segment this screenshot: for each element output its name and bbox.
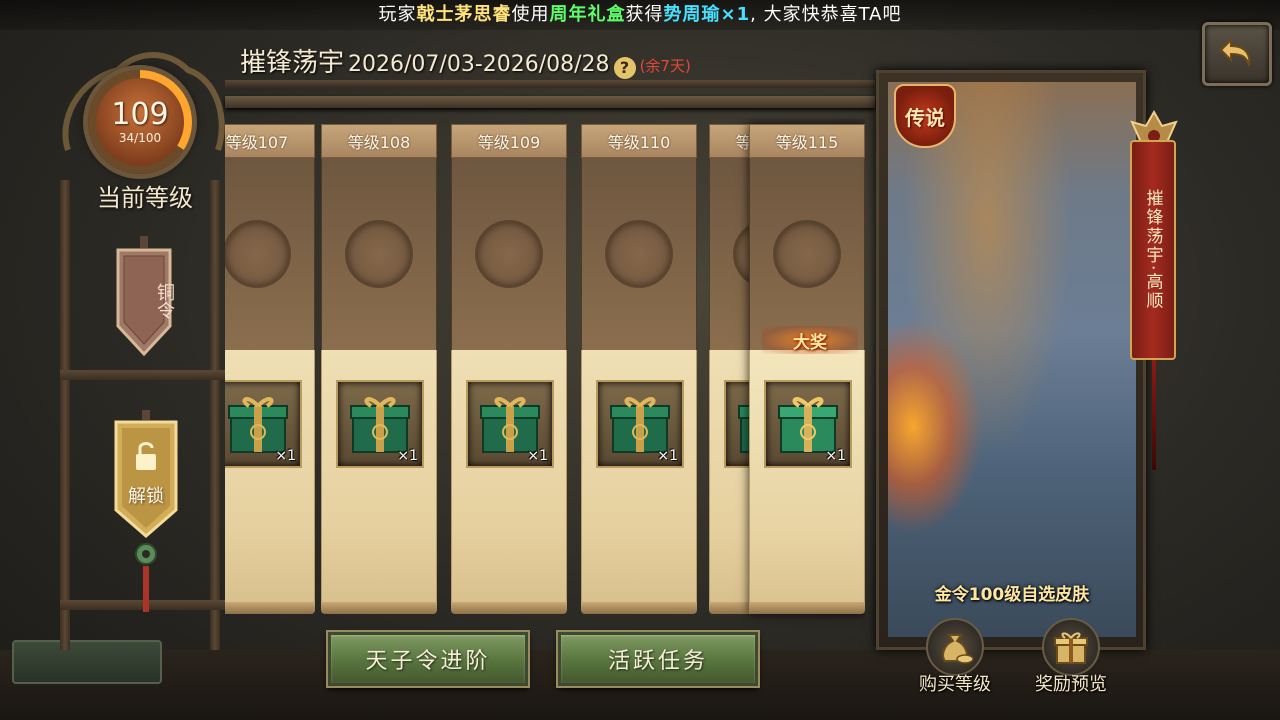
broadcast-mid1: 使用 [511,4,550,25]
reward-preview-label: 奖励预览 [1035,674,1107,695]
broadcast-mid2: 获得 [625,4,664,25]
reward-quantity: ×1 [825,448,846,464]
season-dates: 2026/07/03-2026/08/28 [348,52,610,77]
back-arrow-icon [1219,37,1251,67]
preview-caption: 金令100级自选皮肤 [934,585,1090,605]
reward-level-label: 等级107 [225,124,315,158]
money-bag-icon [926,618,984,676]
reward-scroll-list[interactable]: 等级107 ×1 等级108 ×1 等级109 ×1 等级110 ×1 等级11… [225,118,865,638]
reward-card[interactable]: 等级107 ×1 [225,124,315,614]
reward-card[interactable]: 等级108 ×1 [321,124,437,614]
broadcast-reward: 势周瑜×1 [663,4,751,25]
current-level: 109 [111,97,169,132]
level-caption: 当前等级 [97,184,193,212]
level-exp: 34/100 [118,131,162,145]
reward-item-slot[interactable]: ×1 [764,380,852,468]
back-button[interactable] [1202,22,1272,86]
green-gift-box-icon [350,397,410,453]
reward-card[interactable]: 等级110 ×1 [581,124,697,614]
book-decoration [12,640,162,684]
green-gift-box-icon [480,397,540,453]
unlock-gold-token-button[interactable]: 解锁 [112,410,180,540]
unlock-label: 解锁 [128,486,164,507]
broadcast-suffix: , 大家快恭喜TA吧 [750,4,902,25]
season-header: 摧锋荡宇 2026/07/03-2026/08/28 ? (余7天) [240,42,691,82]
grand-prize-badge: 大奖 [762,326,858,354]
level-progress-ring: 109 34/100 [88,70,192,174]
frame-post [210,180,220,650]
reward-level-label: 等级108 [321,124,437,158]
frame-beam [60,370,225,380]
frame-post [60,180,70,650]
rack-rail [225,96,875,108]
help-icon[interactable]: ? [613,56,636,79]
buy-level-label: 购买等级 [919,674,991,695]
dragon-emblem-icon [773,220,841,288]
green-gift-box-icon [610,397,670,453]
reward-quantity: ×1 [275,448,296,464]
reward-card[interactable]: 等级109 ×1 [451,124,567,614]
reward-item-slot[interactable]: ×1 [596,380,684,468]
gold-token-icon [114,410,178,538]
green-gift-box-icon [778,397,838,453]
reward-item-slot[interactable]: ×1 [225,380,302,468]
green-gift-box-icon [228,397,288,453]
skin-name: 摧锋荡宇·高顺 [1142,189,1163,311]
skin-preview-image[interactable] [888,82,1136,637]
featured-level-label: 等级115 [749,124,865,158]
dragon-emblem-icon [345,220,413,288]
active-tasks-button[interactable]: 活跃任务 [556,630,760,688]
advance-pass-button[interactable]: 天子令进阶 [326,630,530,688]
broadcast-marquee: 玩家戟士茅思睿使用周年礼盒获得势周瑜×1, 大家快恭喜TA吧 [0,0,1280,30]
rack-top-rail [225,80,875,88]
legend-tag: 传说 [894,84,956,148]
jade-pendant-icon [135,543,157,612]
reward-item-slot[interactable]: ×1 [336,380,424,468]
dragon-emblem-icon [475,220,543,288]
broadcast-item: 周年礼盒 [549,4,626,25]
dragon-emblem-icon [605,220,673,288]
remaining-days: (余7天) [639,57,691,75]
reward-quantity: ×1 [527,448,548,464]
buy-level-button[interactable]: 购买等级 [900,618,1010,698]
reward-quantity: ×1 [657,448,678,464]
reward-preview-button[interactable]: 奖励预览 [1016,618,1126,698]
reward-level-label: 等级109 [451,124,567,158]
reward-item-slot[interactable]: ×1 [466,380,554,468]
broadcast-player: 戟士茅思睿 [416,4,512,25]
reward-quantity: ×1 [397,448,418,464]
season-name: 摧锋荡宇 [240,48,345,78]
copper-token-label: 铜令 [154,283,175,319]
dragon-emblem-icon [225,220,291,288]
broadcast-prefix: 玩家 [378,4,417,25]
featured-reward-card[interactable]: 等级115 ×1 [749,124,865,614]
level-badge: 109 34/100 [96,78,184,166]
skin-name-banner: 摧锋荡宇·高顺 [1130,140,1176,360]
gift-icon [1042,618,1100,676]
copper-token-badge[interactable]: 铜令 [112,236,176,358]
reward-level-label: 等级110 [581,124,697,158]
banner-cord [1152,360,1156,470]
